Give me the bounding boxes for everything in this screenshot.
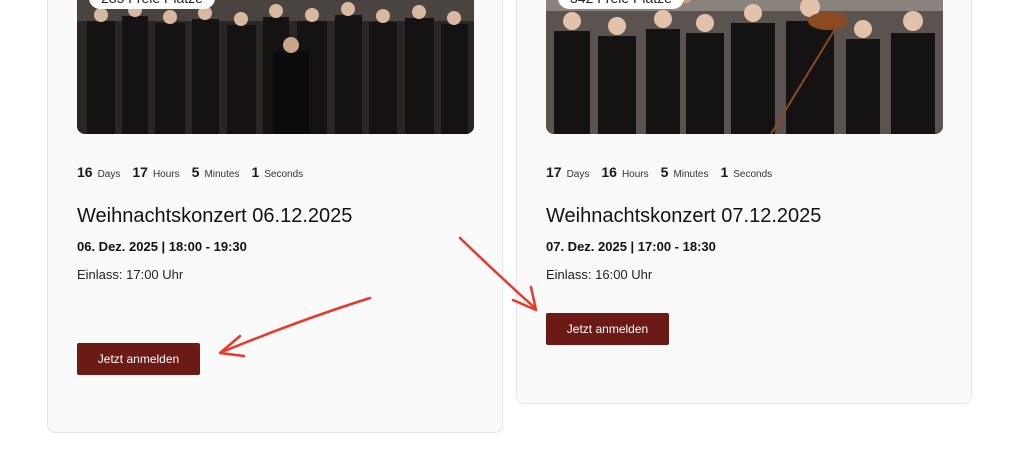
countdown-hours-unit: Hours bbox=[152, 169, 180, 180]
event-datetime: 06. Dez. 2025 | 18:00 - 19:30 bbox=[77, 239, 247, 254]
countdown-seconds-unit: Seconds bbox=[733, 169, 773, 180]
register-button[interactable]: Jetzt anmelden bbox=[546, 313, 669, 345]
countdown: 17 Days 16 Hours 5 Minutes 1 Seconds bbox=[546, 164, 772, 184]
countdown-days-unit: Days bbox=[566, 169, 590, 180]
free-seats-badge: 342 Freie Plätze bbox=[558, 0, 684, 9]
free-seats-badge: 285 Freie Plätze bbox=[89, 0, 215, 9]
countdown-hours-unit: Hours bbox=[621, 169, 649, 180]
countdown-days-value: 16 bbox=[77, 164, 93, 180]
event-card-1: 285 Freie Plätze 16 Days 17 Hours 5 Minutes… bbox=[47, 0, 503, 433]
event-card-2: 342 Freie Plätze 17 Days 16 Hours 5 Minutes… bbox=[516, 0, 972, 404]
register-button[interactable]: Jetzt anmelden bbox=[77, 343, 200, 375]
countdown-days-unit: Days bbox=[97, 169, 121, 180]
countdown-minutes-unit: Minutes bbox=[204, 169, 240, 180]
countdown-hours-value: 16 bbox=[601, 164, 617, 180]
event-title: Weihnachtskonzert 06.12.2025 bbox=[77, 205, 353, 227]
countdown-hours-value: 17 bbox=[132, 164, 148, 180]
countdown-minutes-value: 5 bbox=[660, 164, 669, 180]
countdown: 16 Days 17 Hours 5 Minutes 1 Seconds bbox=[77, 164, 303, 184]
countdown-minutes-unit: Minutes bbox=[673, 169, 709, 180]
countdown-days-value: 17 bbox=[546, 164, 562, 180]
event-datetime: 07. Dez. 2025 | 17:00 - 18:30 bbox=[546, 239, 716, 254]
event-title: Weihnachtskonzert 07.12.2025 bbox=[546, 205, 822, 227]
event-admission-time: Einlass: 16:00 Uhr bbox=[546, 267, 653, 282]
countdown-seconds-unit: Seconds bbox=[264, 169, 304, 180]
event-photo-choir-violinist: 342 Freie Plätze bbox=[546, 0, 943, 134]
event-admission-time: Einlass: 17:00 Uhr bbox=[77, 267, 184, 282]
countdown-seconds-value: 1 bbox=[251, 164, 260, 180]
countdown-minutes-value: 5 bbox=[191, 164, 200, 180]
event-photo-choir: 285 Freie Plätze bbox=[77, 0, 474, 134]
countdown-seconds-value: 1 bbox=[720, 164, 729, 180]
